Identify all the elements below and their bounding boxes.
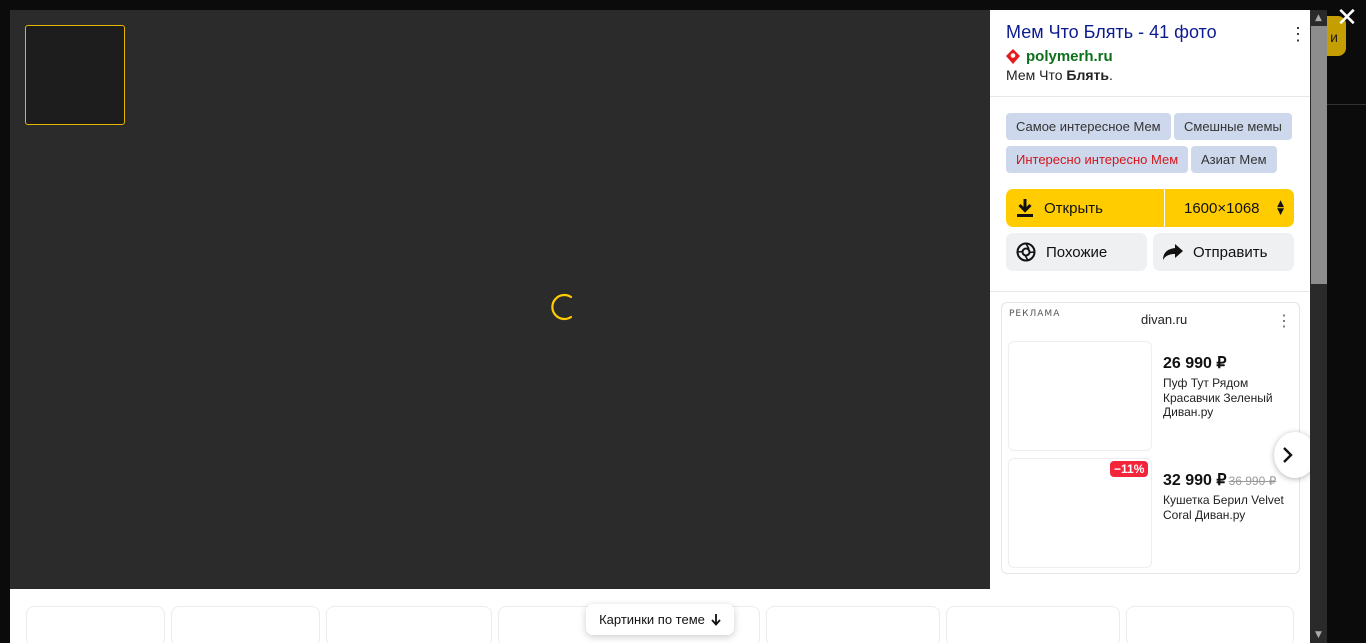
related-card[interactable] — [171, 606, 320, 643]
size-select-value: 1600×1068 — [1184, 199, 1260, 217]
camera-lens-icon — [1006, 241, 1046, 263]
ad-old-price: 36 990 ₽ — [1228, 474, 1277, 488]
tag-chip[interactable]: Интересно интересно Мем — [1006, 146, 1189, 173]
ad-price[interactable]: 32 990 ₽36 990 ₽ — [1163, 470, 1276, 490]
close-icon[interactable]: ✕ — [1334, 5, 1360, 32]
source-link[interactable]: polymerh.ru — [1006, 48, 1113, 65]
ad-product-image[interactable] — [1008, 341, 1152, 451]
divider — [990, 291, 1310, 292]
related-card[interactable] — [1126, 606, 1294, 643]
ad-price-value: 32 990 ₽ — [1163, 472, 1227, 489]
similar-button[interactable]: Похожие — [1006, 233, 1147, 271]
scrollbar-thumb[interactable] — [1311, 26, 1327, 284]
description-suffix: . — [1108, 67, 1113, 83]
kebab-menu-icon[interactable]: ⋮ — [1274, 311, 1294, 331]
tag-chip[interactable]: Самое интересное Мем — [1006, 113, 1171, 140]
share-icon — [1153, 243, 1193, 261]
thumbnail-frame[interactable] — [25, 25, 125, 125]
scroll-up-icon[interactable]: ▲ — [1310, 10, 1327, 26]
ad-block: РЕКЛАМА divan.ru ⋮ 26 990 ₽ Пуф Тут Рядо… — [1001, 302, 1300, 574]
open-button[interactable]: Открыть — [1006, 189, 1164, 227]
share-button-label: Отправить — [1193, 243, 1268, 261]
related-card[interactable] — [26, 606, 165, 643]
related-card[interactable] — [326, 606, 492, 643]
select-arrows-icon: ▲ ▼ — [1277, 199, 1284, 217]
similar-button-label: Похожие — [1046, 243, 1108, 261]
ad-product-name[interactable]: Кушетка Берил Velvet Coral Диван.ру — [1163, 493, 1287, 522]
ad-domain[interactable]: divan.ru — [1141, 312, 1187, 327]
location-pin-icon — [1006, 48, 1020, 64]
download-icon — [1006, 198, 1044, 218]
image-title[interactable]: Мем Что Блять - 41 фото — [1006, 22, 1217, 43]
scroll-down-icon[interactable]: ▼ — [1310, 627, 1327, 643]
related-images-button[interactable]: Картинки по теме — [586, 604, 734, 635]
related-card[interactable] — [766, 606, 940, 643]
image-viewer — [10, 10, 990, 589]
description-text: Мем Что — [1006, 67, 1067, 83]
related-images-label: Картинки по теме — [599, 612, 705, 627]
tag-chip[interactable]: Азиат Мем — [1191, 146, 1277, 173]
discount-badge: −11% — [1110, 461, 1149, 477]
kebab-menu-icon[interactable]: ⋮ — [1288, 24, 1308, 46]
size-select[interactable]: 1600×1068 ▲ ▼ — [1165, 189, 1294, 227]
arrow-down-icon — [711, 613, 721, 626]
divider — [990, 96, 1310, 97]
ad-product-name[interactable]: Пуф Тут Рядом Красавчик Зеленый Диван.ру — [1163, 376, 1287, 420]
description-highlight: Блять — [1066, 67, 1109, 83]
open-button-label: Открыть — [1044, 199, 1103, 217]
source-domain[interactable]: polymerh.ru — [1026, 48, 1113, 65]
related-card[interactable] — [946, 606, 1120, 643]
share-button[interactable]: Отправить — [1153, 233, 1294, 271]
spinner-icon — [551, 293, 573, 321]
ad-label: РЕКЛАМА — [1009, 309, 1061, 319]
background-divider — [1327, 104, 1366, 105]
image-description: Мем Что Блять. — [1006, 67, 1113, 83]
chevron-right-icon[interactable] — [1274, 432, 1310, 478]
ad-price-value: 26 990 ₽ — [1163, 355, 1227, 372]
ad-price[interactable]: 26 990 ₽ — [1163, 353, 1227, 373]
info-panel: Мем Что Блять - 41 фото ⋮ polymerh.ru Ме… — [990, 10, 1310, 589]
tag-chip[interactable]: Смешные мемы — [1174, 113, 1292, 140]
